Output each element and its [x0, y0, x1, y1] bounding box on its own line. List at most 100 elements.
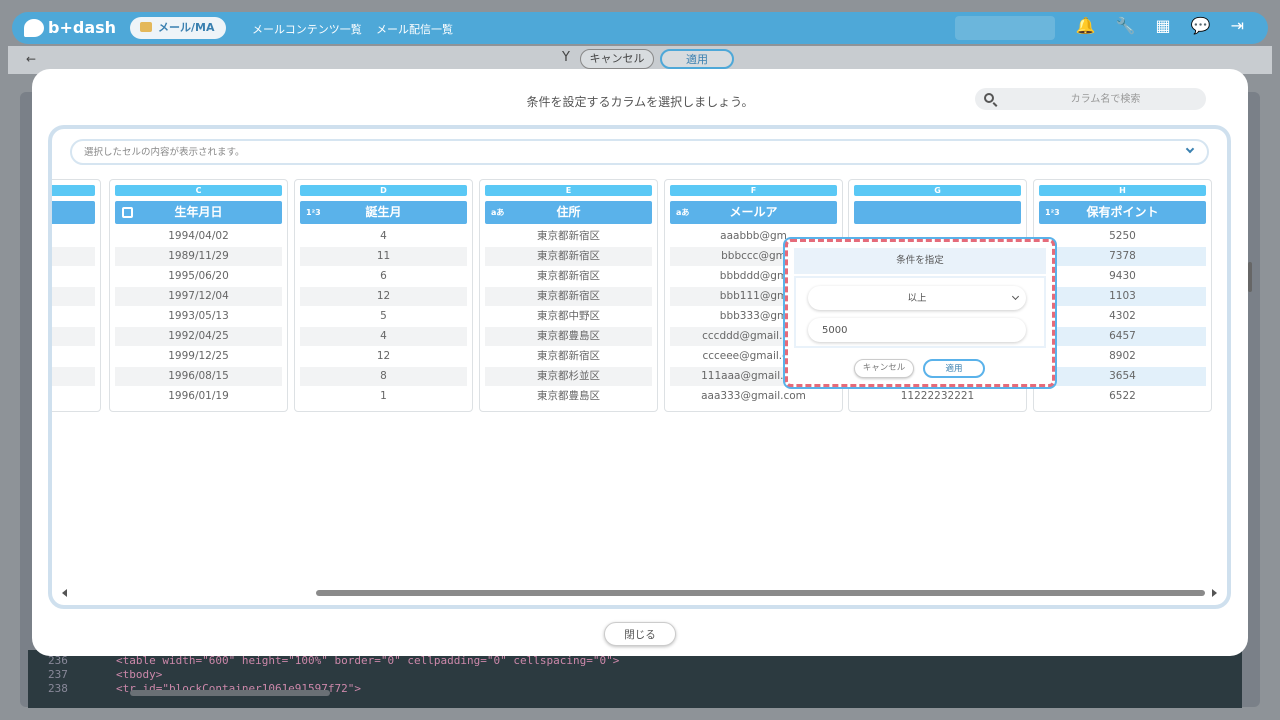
table-cell[interactable]: 1999/12/25 [115, 347, 282, 366]
condition-popup: 条件を指定 以上 キャンセル 適用 [785, 239, 1055, 387]
nav-mail-contents[interactable]: メールコンテンツ一覧 [252, 21, 362, 37]
column-d[interactable]: D 1²3 誕生月 4 11 6 12 5 4 12 8 1 [294, 179, 473, 412]
table-cell[interactable]: 東京都豊島区 [485, 327, 652, 346]
table-cell[interactable]: 12 [300, 347, 467, 366]
table-cell[interactable]: 東京都新宿区 [485, 227, 652, 246]
table-cell[interactable] [52, 247, 95, 266]
number-type-icon: 1²3 [1045, 208, 1060, 217]
column-search-input[interactable] [975, 88, 1206, 110]
close-button[interactable]: 閉じる [604, 622, 676, 646]
table-cell[interactable] [52, 347, 95, 366]
table-cell[interactable] [52, 387, 95, 406]
scroll-left-icon[interactable] [62, 589, 67, 597]
column-search [975, 88, 1206, 110]
table-cell[interactable]: 1992/04/25 [115, 327, 282, 346]
sub-cancel-button[interactable]: キャンセル [580, 49, 654, 69]
table-cell[interactable]: 11 [300, 247, 467, 266]
table-cell[interactable]: 8902 [1039, 347, 1206, 366]
table-cell[interactable]: 7378 [1039, 247, 1206, 266]
back-arrow-icon[interactable]: ← [26, 52, 36, 66]
logout-icon[interactable]: ⇥ [1231, 16, 1244, 35]
column-letter: D [300, 185, 467, 196]
table-cell[interactable]: 4302 [1039, 307, 1206, 326]
filter-icon[interactable]: Y [562, 50, 570, 65]
table-cell[interactable]: 1103 [1039, 287, 1206, 306]
condition-popup-title: 条件を指定 [794, 248, 1046, 274]
table-cell[interactable]: 東京都杉並区 [485, 367, 652, 386]
editor-scrollbar[interactable] [130, 690, 330, 696]
table-cell[interactable]: 1 [300, 387, 467, 406]
cell-preview-input[interactable] [72, 141, 1207, 163]
column-letter [52, 185, 95, 196]
table-cell[interactable] [52, 227, 95, 246]
table-cell[interactable]: 東京都中野区 [485, 307, 652, 326]
column-header[interactable] [52, 201, 95, 224]
column-letter: C [115, 185, 282, 196]
condition-value-input[interactable] [808, 318, 1026, 342]
column-header[interactable]: 生年月日 [115, 201, 282, 224]
table-cell[interactable]: 6 [300, 267, 467, 286]
table-cell[interactable]: 5250 [1039, 227, 1206, 246]
table-cell[interactable]: 東京都豊島区 [485, 387, 652, 406]
table-cell[interactable]: 1995/06/20 [115, 267, 282, 286]
table-cell[interactable]: 東京都新宿区 [485, 267, 652, 286]
horizontal-scrollbar[interactable] [60, 587, 1219, 599]
sub-apply-button[interactable]: 適用 [660, 49, 734, 69]
column-h[interactable]: H 1²3 保有ポイント 5250 7378 9430 1103 4302 645… [1033, 179, 1212, 412]
column-header[interactable]: 1²3 保有ポイント [1039, 201, 1206, 224]
chat-icon[interactable]: 💬 [1191, 16, 1211, 35]
column-letter: G [854, 185, 1021, 196]
table-cell[interactable]: 東京都新宿区 [485, 247, 652, 266]
nav-mail-delivery[interactable]: メール配信一覧 [376, 21, 453, 37]
table-cell[interactable]: 5 [300, 307, 467, 326]
page-scrollbar[interactable] [1248, 262, 1252, 292]
table-cell[interactable]: 6522 [1039, 387, 1206, 406]
table-cell[interactable]: 東京都新宿区 [485, 287, 652, 306]
table-cell[interactable]: 1997/12/04 [115, 287, 282, 306]
table-cell[interactable]: 1996/01/19 [115, 387, 282, 406]
column-header[interactable]: aあ メールア [670, 201, 837, 224]
condition-apply-button[interactable]: 適用 [923, 359, 985, 378]
column-header[interactable]: 1²3 誕生月 [300, 201, 467, 224]
table-cell[interactable]: 東京都新宿区 [485, 347, 652, 366]
column-e[interactable]: E aあ 住所 東京都新宿区 東京都新宿区 東京都新宿区 東京都新宿区 東京都中野… [479, 179, 658, 412]
user-account-area[interactable] [955, 16, 1055, 40]
table-cell[interactable]: 4 [300, 227, 467, 246]
scrollbar-thumb[interactable] [316, 590, 1205, 596]
text-type-icon: aあ [676, 208, 690, 217]
logo-text: b+dash [48, 18, 117, 37]
table-cell[interactable]: 3654 [1039, 367, 1206, 386]
table-cell[interactable] [52, 367, 95, 386]
table-cell[interactable] [52, 327, 95, 346]
column-header-label: メールア [729, 205, 778, 219]
table-cell[interactable] [52, 307, 95, 326]
table-cell[interactable]: aaa333@gmail.com [670, 387, 837, 406]
column-b[interactable] [52, 179, 101, 412]
table-cell[interactable]: 1994/04/02 [115, 227, 282, 246]
text-type-icon: aあ [491, 208, 505, 217]
bell-icon[interactable]: 🔔 [1076, 16, 1096, 35]
table-cell[interactable]: 9430 [1039, 267, 1206, 286]
table-cell[interactable]: 12 [300, 287, 467, 306]
table-cell[interactable] [52, 267, 95, 286]
table-cell[interactable]: 1996/08/15 [115, 367, 282, 386]
table-cell[interactable]: 4 [300, 327, 467, 346]
wrench-icon[interactable]: 🔧 [1116, 16, 1136, 35]
operator-select[interactable]: 以上 [808, 286, 1026, 310]
table-cell[interactable]: 1989/11/29 [115, 247, 282, 266]
table-cell[interactable]: 6457 [1039, 327, 1206, 346]
table-cell[interactable]: 1993/05/13 [115, 307, 282, 326]
grid-icon[interactable]: ▦ [1156, 16, 1171, 35]
column-header-label: 生年月日 [174, 205, 223, 219]
column-header[interactable] [854, 201, 1021, 224]
column-header-label: 誕生月 [365, 205, 402, 219]
condition-cancel-button[interactable]: キャンセル [854, 359, 914, 378]
table-cell[interactable] [52, 287, 95, 306]
column-header[interactable]: aあ 住所 [485, 201, 652, 224]
column-c[interactable]: C 生年月日 1994/04/02 1989/11/29 1995/06/20 … [109, 179, 288, 412]
table-cell[interactable]: 8 [300, 367, 467, 386]
scroll-right-icon[interactable] [1212, 589, 1217, 597]
module-pill[interactable]: メール/MA [130, 17, 227, 39]
table-cell[interactable]: 11222232221 [854, 387, 1021, 406]
cell-preview-bar [70, 139, 1209, 165]
